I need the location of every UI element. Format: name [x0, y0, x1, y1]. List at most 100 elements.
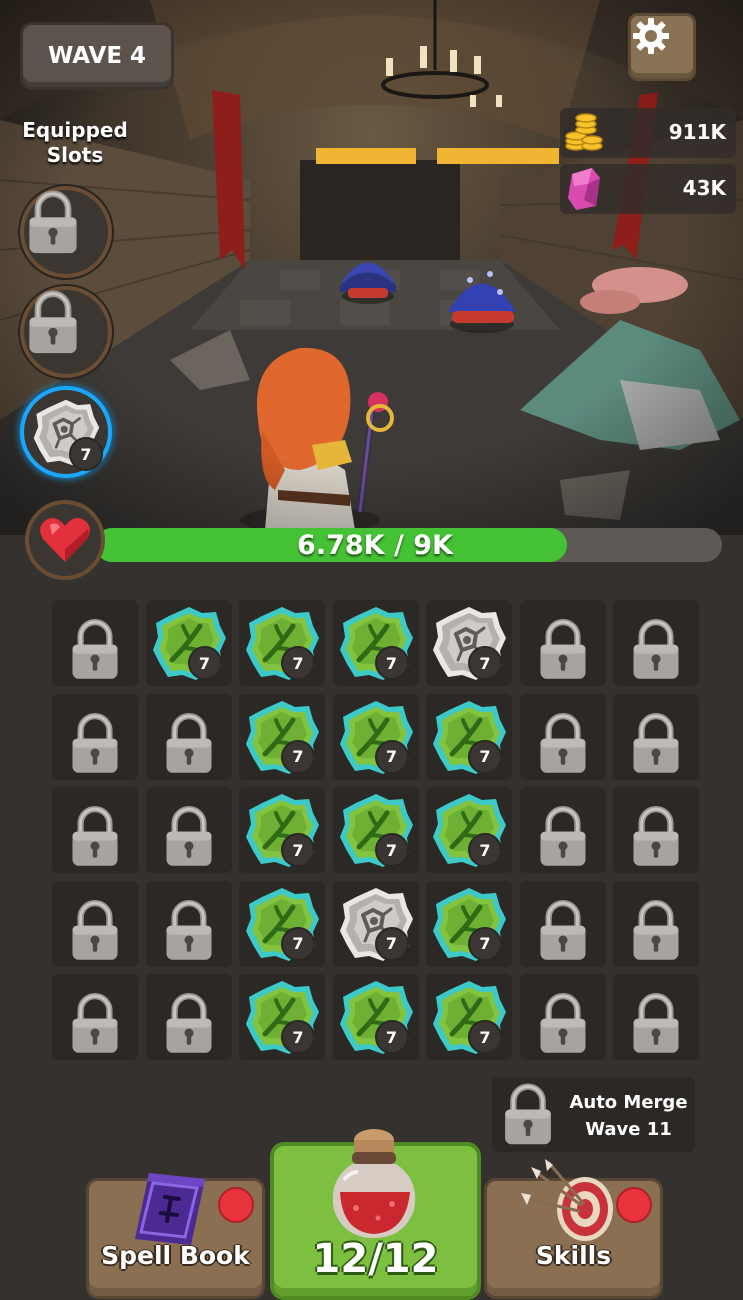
leaf-rune-icon: 7 [430, 791, 508, 869]
grid-cell[interactable] [52, 600, 138, 686]
grid-cell[interactable] [145, 787, 232, 873]
grid-cell[interactable] [52, 880, 138, 967]
level-badge: 7 [468, 739, 502, 774]
level-badge: 7 [374, 1020, 409, 1054]
merge-grid: 7 7 7 7 7 7 7 7 7 7 7 7 7 7 7 7 [52, 600, 699, 1060]
pink-crystal-icon [568, 168, 600, 210]
lock-icon [162, 712, 216, 776]
equipped-slot-1[interactable] [20, 186, 112, 278]
grid-cell[interactable]: 7 [239, 787, 325, 873]
grid-cell[interactable] [519, 880, 606, 967]
spell-book-label: Spell Book [101, 1241, 250, 1270]
leaf-rune-icon: 7 [243, 885, 321, 963]
gear-icon [633, 18, 669, 54]
gem-counter: 43K [560, 164, 736, 214]
grid-cell[interactable]: 7 [426, 787, 512, 873]
lock-icon [68, 992, 122, 1056]
grid-cell[interactable] [519, 787, 606, 873]
wave-label: WAVE 4 [47, 43, 147, 69]
grid-cell[interactable]: 7 [426, 693, 512, 780]
level-badge: 7 [281, 739, 315, 774]
grid-cell[interactable]: 7 [332, 693, 419, 780]
settings-button[interactable] [628, 13, 696, 81]
grid-cell[interactable]: 7 [239, 693, 325, 780]
grid-cell[interactable] [613, 974, 699, 1060]
lock-icon [68, 712, 122, 776]
lock-icon [536, 712, 590, 776]
lock-icon [68, 618, 122, 682]
grid-cell[interactable] [613, 787, 699, 873]
spell-book-button[interactable]: Spell Book [86, 1173, 265, 1299]
grid-cell[interactable]: 7 [332, 600, 419, 686]
lock-icon [500, 1083, 556, 1147]
lock-icon [162, 899, 216, 963]
lock-icon [24, 290, 82, 356]
grid-cell[interactable]: 7 [426, 600, 512, 686]
grid-cell[interactable] [145, 693, 232, 780]
auto-merge-label: Auto Merge Wave 11 [562, 1089, 695, 1143]
lock-icon [536, 618, 590, 682]
lock-icon [162, 992, 216, 1056]
auto-merge-line2: Wave 11 [585, 1119, 672, 1140]
grid-cell[interactable] [145, 880, 232, 967]
grid-cell[interactable]: 7 [239, 974, 325, 1060]
level-badge: 7 [374, 739, 409, 774]
level-badge: 7 [374, 833, 409, 867]
grid-cell[interactable]: 7 [239, 880, 325, 967]
grid-cell[interactable] [52, 787, 138, 873]
game-viewport: WAVE 4 Equipped Slots 7 911K 43K [0, 0, 743, 535]
equipped-slot-2[interactable] [20, 286, 112, 378]
leaf-rune-icon: 7 [337, 791, 415, 869]
lock-icon [536, 992, 590, 1056]
skills-label: Skills [535, 1241, 612, 1270]
auto-merge-button[interactable]: Auto Merge Wave 11 [492, 1077, 695, 1152]
leaf-rune-icon: 7 [150, 604, 228, 682]
lock-icon [629, 712, 683, 776]
grid-cell[interactable]: 7 [239, 600, 325, 686]
lock-icon [68, 899, 122, 963]
leaf-rune-icon: 7 [243, 978, 321, 1056]
gold-coins-icon [565, 113, 603, 151]
grid-cell[interactable] [519, 693, 606, 780]
lock-icon [629, 805, 683, 869]
skills-button[interactable]: Skills [484, 1159, 663, 1299]
stone-rune-icon: 7 [430, 604, 508, 682]
grid-cell[interactable]: 7 [332, 880, 419, 967]
level-badge: 7 [374, 926, 409, 961]
level-badge: 7 [374, 646, 409, 680]
grid-cell[interactable]: 7 [145, 600, 232, 686]
grid-cell[interactable] [519, 600, 606, 686]
leaf-rune-icon: 7 [243, 698, 321, 776]
grid-cell[interactable]: 7 [332, 787, 419, 873]
lock-icon [536, 805, 590, 869]
lock-icon [629, 992, 683, 1056]
potion-summon-button[interactable]: 12/12 [270, 1129, 481, 1300]
lock-icon [24, 190, 82, 256]
grid-cell[interactable] [145, 974, 232, 1060]
lock-icon [629, 899, 683, 963]
equipped-slots-title: Equipped Slots [22, 118, 128, 167]
level-badge: 7 [281, 1020, 315, 1054]
grid-cell[interactable] [613, 880, 699, 967]
wave-indicator: WAVE 4 [20, 22, 174, 90]
leaf-rune-icon: 7 [430, 698, 508, 776]
grid-cell[interactable] [52, 693, 138, 780]
leaf-rune-icon: 7 [243, 604, 321, 682]
grid-cell[interactable] [613, 600, 699, 686]
level-badge: 7 [281, 646, 315, 680]
auto-merge-line1: Auto Merge [569, 1092, 688, 1113]
level-badge: 7 [468, 646, 502, 680]
potion-count: 12/12 [312, 1236, 439, 1282]
equipped-slot-3[interactable]: 7 [20, 386, 112, 478]
leaf-rune-icon: 7 [243, 791, 321, 869]
stone-rune-icon: 7 [337, 885, 415, 963]
grid-cell[interactable]: 7 [332, 974, 419, 1060]
grid-cell[interactable]: 7 [426, 880, 512, 967]
grid-cell[interactable]: 7 [426, 974, 512, 1060]
grid-cell[interactable] [52, 974, 138, 1060]
grid-cell[interactable] [519, 974, 606, 1060]
leaf-rune-icon: 7 [337, 604, 415, 682]
lock-icon [536, 899, 590, 963]
grid-cell[interactable] [613, 693, 699, 780]
health-icon-frame [25, 500, 105, 580]
